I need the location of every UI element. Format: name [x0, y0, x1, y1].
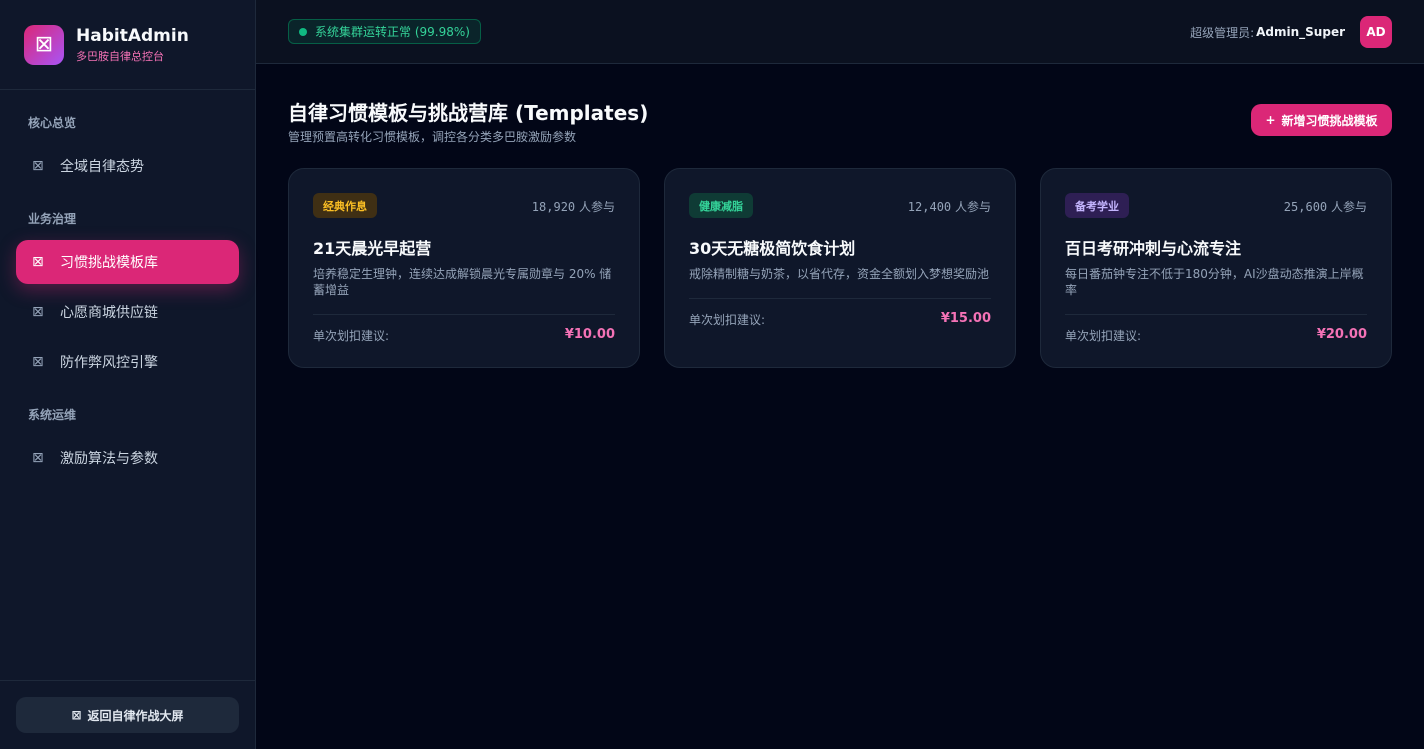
participant-count: 18,920 人参与: [532, 198, 615, 215]
box-icon: ⊠: [24, 24, 64, 65]
template-title: 百日考研冲刺与心流专注: [1065, 239, 1242, 258]
template-description: 每日番茄钟专注不低于180分钟，AI沙盘动态推演上岸概率: [1065, 267, 1364, 297]
section-label-ops: 系统运维: [28, 408, 77, 422]
participant-suffix: 人参与: [1330, 200, 1367, 214]
topbar: 系统集群运转正常 (99.98%) 超级管理员: Admin_Super AD: [256, 0, 1424, 64]
admin-info: 超级管理员: Admin_Super AD: [1190, 16, 1392, 48]
section-label-overview: 核心总览: [28, 116, 77, 130]
template-title: 21天晨光早起营: [313, 239, 432, 258]
template-title: 30天无糖极简饮食计划: [689, 239, 856, 258]
participant-suffix: 人参与: [578, 200, 615, 214]
sidebar-item-label: 激励算法与参数: [60, 451, 158, 467]
sidebar: ⊠ HabitAdmin 多巴胺自律总控台 核心总览 ⊠ 全域自律态势 业务治理…: [0, 0, 256, 749]
box-icon: ⊠: [32, 304, 44, 320]
price-value: ¥20.00: [1316, 327, 1367, 342]
brand: ⊠ HabitAdmin 多巴胺自律总控台: [0, 0, 255, 90]
add-template-label: 新增习惯挑战模板: [1281, 113, 1378, 128]
back-button-label: 返回自律作战大屏: [87, 708, 184, 723]
category-tag: 经典作息: [313, 193, 377, 218]
sidebar-item-label: 心愿商城供应链: [60, 305, 158, 321]
price-value: ¥15.00: [940, 311, 991, 326]
sidebar-item-templates[interactable]: ⊠ 习惯挑战模板库: [16, 240, 239, 284]
avatar[interactable]: AD: [1360, 16, 1392, 48]
section-label-business: 业务治理: [28, 212, 77, 226]
template-card[interactable]: 经典作息 18,920 人参与 21天晨光早起营 培养稳定生理钟，连续达成解锁晨…: [288, 168, 640, 368]
sidebar-item-label: 防作弊风控引擎: [60, 355, 158, 371]
price-label: 单次划扣建议:: [689, 313, 766, 327]
category-tag: 备考学业: [1065, 193, 1129, 218]
participant-number: 12,400: [907, 200, 952, 214]
price-value: ¥10.00: [564, 327, 615, 342]
card-divider: [1065, 314, 1367, 315]
plus-icon: +: [1265, 113, 1276, 127]
sidebar-item-incentive-params[interactable]: ⊠ 激励算法与参数: [16, 436, 239, 480]
sidebar-item-anti-cheat[interactable]: ⊠ 防作弊风控引擎: [16, 340, 239, 384]
admin-role: 超级管理员:: [1190, 25, 1255, 40]
sidebar-item-wish-mall[interactable]: ⊠ 心愿商城供应链: [16, 290, 239, 334]
brand-subtitle: 多巴胺自律总控台: [76, 49, 164, 63]
price-label: 单次划扣建议:: [313, 329, 390, 343]
admin-name: Admin_Super: [1256, 25, 1345, 39]
template-description: 戒除精制糖与奶茶，以省代存，资金全额划入梦想奖励池: [689, 267, 990, 281]
sidebar-item-label: 习惯挑战模板库: [60, 255, 158, 271]
participant-count: 25,600 人参与: [1284, 198, 1367, 215]
page-subtitle: 管理预置高转化习惯模板，调控各分类多巴胺激励参数: [288, 130, 577, 144]
participant-number: 25,600: [1283, 200, 1328, 214]
category-tag: 健康减脂: [689, 193, 753, 218]
sidebar-item-dashboard[interactable]: ⊠ 全域自律态势: [16, 144, 239, 188]
price-label: 单次划扣建议:: [1065, 329, 1142, 343]
box-icon: ⊠: [32, 354, 44, 370]
template-description: 培养稳定生理钟，连续达成解锁晨光专属勋章与 20% 储蓄增益: [313, 267, 612, 297]
template-card[interactable]: 健康减脂 12,400 人参与 30天无糖极简饮食计划 戒除精制糖与奶茶，以省代…: [664, 168, 1016, 368]
brand-name: HabitAdmin: [76, 25, 189, 46]
box-icon: ⊠: [32, 158, 44, 174]
template-card[interactable]: 备考学业 25,600 人参与 百日考研冲刺与心流专注 每日番茄钟专注不低于18…: [1040, 168, 1392, 368]
participant-count: 12,400 人参与: [908, 198, 991, 215]
sidebar-footer: ⊠ 返回自律作战大屏: [0, 680, 256, 749]
sidebar-item-label: 全域自律态势: [60, 159, 144, 175]
participant-suffix: 人参与: [954, 200, 991, 214]
system-status-text: 系统集群运转正常 (99.98%): [315, 25, 470, 39]
card-divider: [689, 298, 991, 299]
box-icon: ⊠: [32, 450, 44, 466]
add-template-button[interactable]: + 新增习惯挑战模板: [1251, 104, 1392, 136]
box-icon: ⊠: [71, 708, 82, 722]
page-title: 自律习惯模板与挑战营库 (Templates): [288, 101, 649, 125]
back-to-dashboard-button[interactable]: ⊠ 返回自律作战大屏: [16, 697, 239, 733]
system-status-badge: 系统集群运转正常 (99.98%): [288, 19, 481, 44]
box-icon: ⊠: [32, 254, 44, 270]
status-dot-icon: [299, 27, 307, 36]
card-divider: [313, 314, 615, 315]
participant-number: 18,920: [531, 200, 576, 214]
